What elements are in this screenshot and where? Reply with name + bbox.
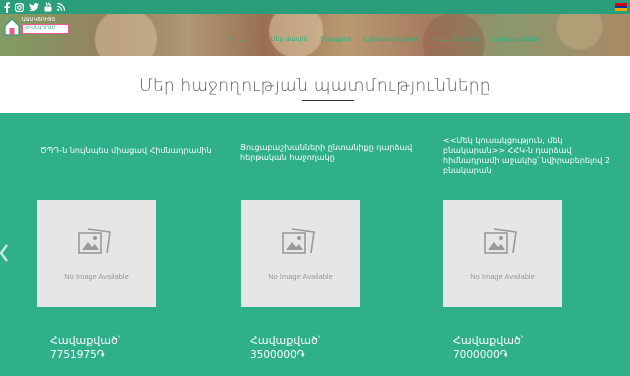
image-placeholder-icon bbox=[484, 228, 517, 254]
story-image-placeholder[interactable]: No Image Available bbox=[443, 200, 562, 307]
nav-item-about[interactable]: Մեր մասին bbox=[271, 35, 308, 45]
story-image-placeholder[interactable]: No Image Available bbox=[37, 200, 156, 307]
collected-amount: 7000000֏ bbox=[453, 349, 508, 361]
collected-label: Հավաքված՝ bbox=[453, 334, 524, 347]
story-image-placeholder[interactable]: No Image Available bbox=[241, 200, 360, 307]
youtube-icon[interactable] bbox=[43, 1, 52, 13]
collected-amount: 3500000֏ bbox=[250, 349, 305, 361]
main-nav: Գլխավոր Մեր մասին Ծրագրեր Նվիրատվություն… bbox=[228, 35, 540, 45]
collected-label: Հավաքված՝ bbox=[250, 334, 321, 347]
image-placeholder-icon bbox=[282, 228, 315, 254]
story-title[interactable]: ԾՊԴ-ն նույնպես միացավ Հիմնադրամին bbox=[40, 146, 220, 156]
chevron-left-icon[interactable] bbox=[0, 244, 8, 262]
instagram-icon[interactable] bbox=[14, 1, 24, 13]
no-image-text: No Image Available bbox=[268, 272, 333, 281]
no-image-text: No Image Available bbox=[470, 272, 535, 281]
logo-text-top: ԱՋԱԿՑՈՒԹՅ bbox=[22, 17, 56, 23]
collected-label: Հավաքված՝ bbox=[50, 334, 121, 347]
nav-item-home[interactable]: Գլխավոր bbox=[228, 35, 259, 45]
logo-text-bottom: ՀԻՄՆԱԴՐԱՄ bbox=[22, 24, 69, 34]
social-bar bbox=[0, 0, 630, 14]
language-flag-icon[interactable] bbox=[615, 3, 627, 11]
collected-amount: 7751975֏ bbox=[50, 349, 105, 361]
nav-item-contact[interactable]: Կապ մեզ հետ bbox=[432, 35, 479, 45]
story-title[interactable]: <<Մեկ կուսակցություն, մեկ բնակարան>> ՀՀԿ… bbox=[443, 136, 623, 176]
house-icon bbox=[4, 18, 20, 36]
twitter-icon[interactable] bbox=[28, 1, 39, 13]
nav-item-donate[interactable]: Նվիրատվություն bbox=[363, 35, 420, 45]
image-placeholder-icon bbox=[78, 228, 111, 254]
facebook-icon[interactable] bbox=[3, 1, 10, 13]
heading-underline bbox=[302, 100, 354, 101]
no-image-text: No Image Available bbox=[64, 272, 129, 281]
story-title[interactable]: Ցուցաբաշխանների ընտանիքը դարձավ հերթական… bbox=[240, 143, 420, 163]
nav-item-programs[interactable]: Ծրագրեր bbox=[320, 35, 352, 45]
site-logo[interactable]: ԱՋԱԿՑՈՒԹՅ ՀԻՄՆԱԴՐԱՄ bbox=[4, 13, 72, 39]
rss-icon[interactable] bbox=[56, 1, 65, 13]
section-heading: Մեր հաջողության պատմությունները bbox=[139, 76, 491, 96]
nav-item-news[interactable]: Նորություններ bbox=[491, 35, 540, 45]
